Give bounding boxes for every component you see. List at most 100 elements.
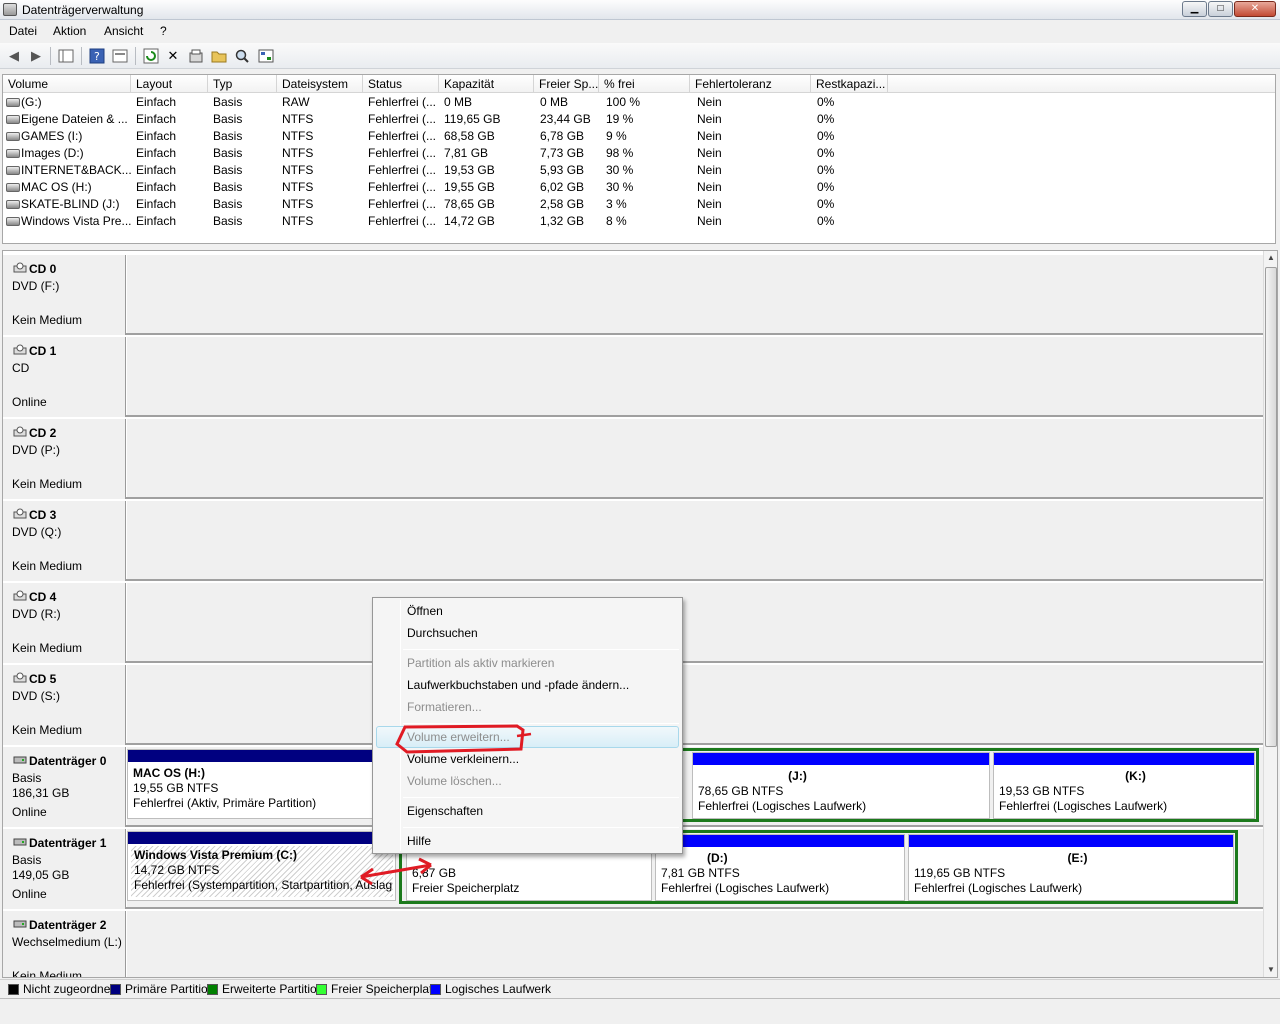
- vertical-scrollbar[interactable]: ▲ ▼: [1263, 251, 1277, 977]
- table-cell: NTFS: [282, 163, 314, 177]
- partition-e[interactable]: (E:) 119,65 GB NTFS Fehlerfrei (Logische…: [908, 834, 1234, 901]
- show-pane-icon[interactable]: [111, 47, 129, 65]
- partition-status: Fehlerfrei (Logisches Laufwerk): [661, 881, 830, 895]
- cd-drive-icon: [13, 672, 27, 683]
- menu-help[interactable]: ?: [160, 24, 167, 38]
- scroll-down-icon[interactable]: ▼: [1264, 963, 1277, 977]
- disk-label[interactable]: Datenträger 1 Basis 149,05 GB Online: [3, 829, 126, 909]
- table-row[interactable]: GAMES (I:) Einfach Basis NTFS Fehlerfrei (..…: [3, 128, 1275, 145]
- search-icon[interactable]: [233, 47, 251, 65]
- partition-size: 19,55 GB NTFS: [133, 781, 219, 795]
- partition-size: 7,81 GB NTFS: [661, 866, 740, 880]
- menu-item-mark-active: Partition als aktiv markieren: [407, 656, 555, 670]
- table-row[interactable]: MAC OS (H:) Einfach Basis NTFS Fehlerfrei (.…: [3, 179, 1275, 196]
- menu-item-delete-volume: Volume löschen...: [407, 774, 502, 788]
- maximize-button[interactable]: □: [1208, 1, 1233, 17]
- table-row[interactable]: SKATE-BLIND (J:) Einfach Basis NTFS Fehlerfr…: [3, 196, 1275, 213]
- partition-size: 6,87 GB: [412, 866, 457, 880]
- partition-d[interactable]: (D:) 7,81 GB NTFS Fehlerfrei (Logisches …: [655, 834, 905, 901]
- disk-label[interactable]: CD 3 DVD (Q:) Kein Medium: [3, 501, 126, 581]
- disk-area: [127, 255, 1265, 333]
- table-row[interactable]: Images (D:) Einfach Basis NTFS Fehlerfrei (.…: [3, 145, 1275, 162]
- partition-status: Fehlerfrei (Logisches Laufwerk): [698, 799, 867, 813]
- menu-item-change-drive-letter[interactable]: Laufwerkbuchstaben und -pfade ändern...: [407, 678, 629, 692]
- disk-info: 149,05 GB: [12, 868, 70, 882]
- disk-name: Datenträger 2: [29, 918, 107, 932]
- col-volume[interactable]: Volume: [3, 75, 131, 93]
- disk-info: Basis: [12, 853, 42, 867]
- table-cell: 8 %: [606, 214, 627, 228]
- disk-info: Kein Medium: [12, 477, 83, 491]
- disk-name: Datenträger 1: [29, 836, 107, 850]
- table-cell: Einfach: [136, 163, 177, 177]
- help-icon[interactable]: ?: [88, 47, 106, 65]
- col-type[interactable]: Typ: [208, 75, 277, 93]
- drive-icon: [6, 132, 20, 141]
- open-folder-icon[interactable]: [210, 47, 228, 65]
- col-percent-free[interactable]: % frei: [599, 75, 690, 93]
- menu-item-format: Formatieren...: [407, 700, 482, 714]
- minimize-button[interactable]: ▁: [1182, 1, 1207, 17]
- scroll-up-icon[interactable]: ▲: [1264, 251, 1277, 265]
- hard-disk-icon: [13, 756, 27, 764]
- menu-aktion[interactable]: Aktion: [53, 24, 86, 38]
- menu-datei[interactable]: Datei: [9, 24, 37, 38]
- disk-label[interactable]: CD 2 DVD (P:) Kein Medium: [3, 419, 126, 499]
- disk-label[interactable]: CD 5 DVD (S:) Kein Medium: [3, 665, 126, 745]
- table-cell: Fehlerfrei (...: [368, 180, 437, 194]
- close-button[interactable]: ✕: [1234, 1, 1276, 17]
- table-cell: NTFS: [282, 197, 314, 211]
- console-tree-icon[interactable]: [57, 47, 75, 65]
- disk-row: CD 1 CD Online: [3, 337, 1265, 417]
- col-overhead[interactable]: Restkapazi...: [811, 75, 888, 93]
- back-arrow-icon[interactable]: ◀: [5, 47, 23, 65]
- disk-info: Online: [12, 887, 47, 901]
- table-cell: NTFS: [282, 180, 314, 194]
- table-row[interactable]: INTERNET&BACK... Einfach Basis NTFS Fehlerfr…: [3, 162, 1275, 179]
- table-row[interactable]: Eigene Dateien & ... Einfach Basis NTFS Fehl…: [3, 111, 1275, 128]
- drive-icon: [6, 115, 20, 124]
- partition-j[interactable]: (J:) 78,65 GB NTFS Fehlerfrei (Logisches…: [692, 752, 990, 819]
- refresh-icon[interactable]: [142, 47, 160, 65]
- legend-extended: Erweiterte Partition: [222, 982, 324, 996]
- table-cell: Nein: [697, 214, 722, 228]
- partition-mac-os-h[interactable]: MAC OS (H:) 19,55 GB NTFS Fehlerfrei (Ak…: [127, 749, 379, 819]
- partition-size: 119,65 GB NTFS: [914, 866, 1006, 880]
- forward-arrow-icon[interactable]: ▶: [27, 47, 45, 65]
- properties-icon[interactable]: [187, 47, 205, 65]
- settings-icon[interactable]: [257, 47, 275, 65]
- disk-label[interactable]: CD 1 CD Online: [3, 337, 126, 417]
- col-free-space[interactable]: Freier Sp...: [534, 75, 599, 93]
- col-capacity[interactable]: Kapazität: [439, 75, 534, 93]
- table-cell: (G:): [21, 95, 42, 109]
- disk-label[interactable]: Datenträger 2 Wechselmedium (L:) Kein Medi…: [3, 911, 126, 977]
- menu-item-open[interactable]: Öffnen: [407, 604, 443, 618]
- menu-item-properties[interactable]: Eigenschaften: [407, 804, 483, 818]
- col-layout[interactable]: Layout: [131, 75, 208, 93]
- title-bar: Datenträgerverwaltung ▁ □ ✕: [0, 0, 1280, 20]
- disk-label[interactable]: Datenträger 0 Basis 186,31 GB Online: [3, 747, 126, 827]
- partition-k[interactable]: (K:) 19,53 GB NTFS Fehlerfrei (Logisches…: [993, 752, 1255, 819]
- table-cell: SKATE-BLIND (J:): [21, 197, 120, 211]
- table-cell: 78,65 GB: [444, 197, 495, 211]
- col-fault-tolerance[interactable]: Fehlertoleranz: [690, 75, 811, 93]
- disk-label[interactable]: CD 4 DVD (R:) Kein Medium: [3, 583, 126, 663]
- delete-icon[interactable]: ✕: [164, 47, 182, 65]
- table-row[interactable]: Windows Vista Pre... Einfach Basis NTFS Fehl…: [3, 213, 1275, 230]
- menu-item-explore[interactable]: Durchsuchen: [407, 626, 478, 640]
- table-cell: 6,02 GB: [540, 180, 585, 194]
- disk-info: DVD (P:): [12, 443, 60, 457]
- col-filesystem[interactable]: Dateisystem: [277, 75, 363, 93]
- table-cell: Einfach: [136, 112, 177, 126]
- table-cell: Basis: [213, 163, 243, 177]
- table-cell: 0 MB: [444, 95, 473, 109]
- disk-label[interactable]: CD 0 DVD (F:) Kein Medium: [3, 255, 126, 335]
- disk-area: [127, 419, 1265, 497]
- scrollbar-thumb[interactable]: [1265, 267, 1277, 747]
- table-row[interactable]: (G:) Einfach Basis RAW Fehlerfrei (... 0 MB 0 …: [3, 94, 1275, 111]
- menu-item-help[interactable]: Hilfe: [407, 834, 431, 848]
- col-status[interactable]: Status: [363, 75, 439, 93]
- table-cell: 9 %: [606, 129, 627, 143]
- menu-ansicht[interactable]: Ansicht: [104, 24, 143, 38]
- disk-info: Online: [12, 805, 47, 819]
